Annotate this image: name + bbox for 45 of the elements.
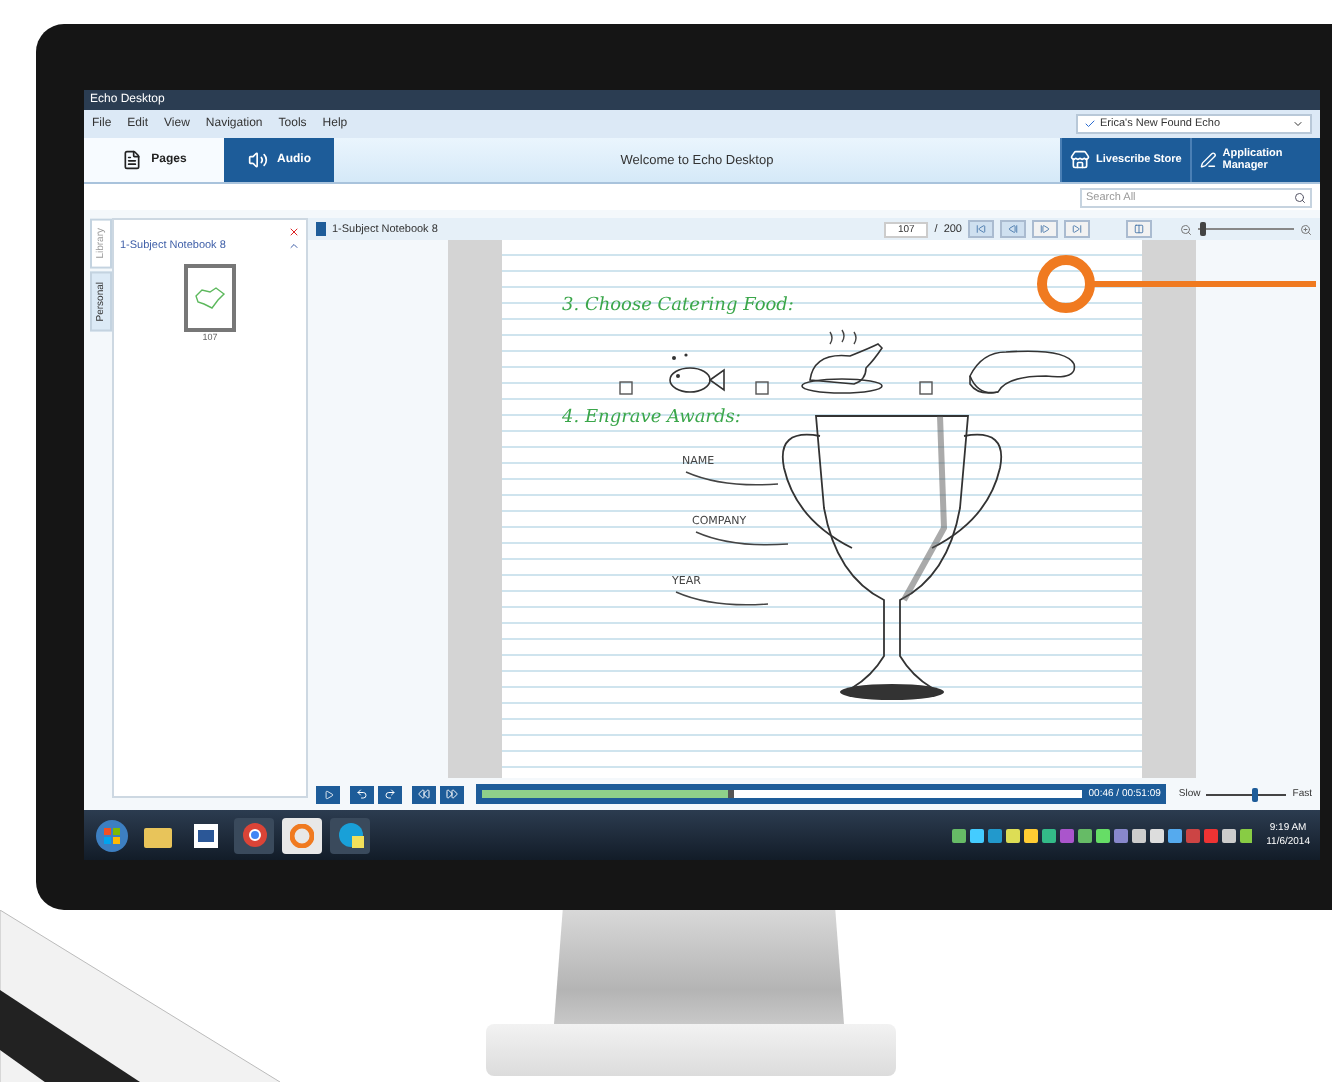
leader-line [682,468,782,488]
step-back-icon [1008,224,1018,234]
skip-forward-icon [1072,224,1082,234]
notebook-icon [316,222,326,236]
undo-icon [356,788,368,800]
checkbox-sketch [918,380,934,396]
leader-line [692,528,792,548]
play-button[interactable] [316,785,340,803]
taskbar-app[interactable] [282,817,322,853]
skip-back-icon [976,224,986,234]
pen-icon [1200,150,1217,170]
taskbar-app[interactable] [234,817,274,853]
taskbar-app[interactable] [330,817,370,853]
pages-icon [121,150,142,170]
redo-button[interactable] [378,785,402,803]
store-icon [1070,150,1090,170]
rewind-icon [418,788,430,800]
page-thumbnail[interactable] [184,264,236,332]
speaker-icon [247,150,267,170]
e-logo-icon [290,823,314,847]
handwritten-heading: 3. Choose Catering Food: [562,296,796,316]
redo-icon [384,788,396,800]
browser-icon [241,822,267,848]
checkbox-sketch [618,380,634,396]
start-button[interactable] [94,817,130,853]
zoom-out-icon [1180,223,1192,235]
document-icon [194,823,218,847]
map-sketch-icon [194,286,226,310]
undo-button[interactable] [350,785,374,803]
close-icon[interactable] [288,226,300,238]
handwritten-heading: 4. Engrave Awards: [562,408,743,428]
caret-icon [1292,118,1304,130]
fast-forward-button[interactable] [440,785,464,803]
checkbox-sketch [754,380,770,396]
play-icon [323,789,333,799]
search-icon [1294,191,1306,203]
zoom-in-icon [1300,223,1312,235]
fast-forward-icon [446,788,458,800]
folder-icon [144,823,172,847]
check-icon [1084,118,1096,130]
step-forward-icon [1040,224,1050,234]
chat-icon [337,822,363,848]
leader-line [672,588,772,608]
columns-icon [1134,224,1144,234]
rewind-button[interactable] [412,785,436,803]
